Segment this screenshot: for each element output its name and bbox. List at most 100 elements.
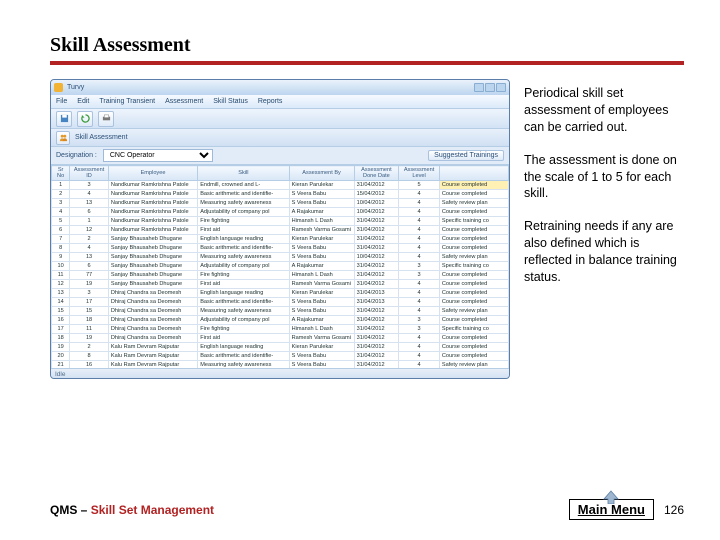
cell: 31/04/2012 <box>354 334 399 343</box>
table-row[interactable]: 313Nandkumar Ramkrishna PatoleMeasuring … <box>52 199 509 208</box>
cell: 3 <box>399 262 440 271</box>
table-row[interactable]: 208Kalu Ram Devram RajputarBasic arithme… <box>52 352 509 361</box>
designation-select[interactable]: CNC Operator <box>103 149 213 162</box>
table-row[interactable]: 1711Dhiraj Chandra sa DeomeshFire fighti… <box>52 325 509 334</box>
cell: Course completed <box>439 334 508 343</box>
menu-item[interactable]: File <box>56 98 67 105</box>
assessment-table: Sr No Assessment ID Employee Skill Asses… <box>51 165 509 368</box>
footer-left-highlight: Skill Set Management <box>91 503 214 517</box>
cell: Specific training co <box>439 217 508 226</box>
cell: Safety review plan <box>439 307 508 316</box>
main-menu-button[interactable]: Main Menu <box>569 499 654 520</box>
cell: A Rajakumar <box>289 262 354 271</box>
cell: 31/04/2012 <box>354 235 399 244</box>
cell: English language reading <box>198 235 289 244</box>
col-assessment-id: Assessment ID <box>70 166 109 181</box>
designation-label: Designation : <box>56 152 97 159</box>
cell: S Veera Babu <box>289 244 354 253</box>
col-assessment-by: Assessment By <box>289 166 354 181</box>
cell: 18 <box>70 316 109 325</box>
cell: Dhiraj Chandra sa Deomesh <box>108 298 197 307</box>
cell: S Veera Babu <box>289 361 354 369</box>
cell: 1 <box>52 181 70 190</box>
table-row[interactable]: 913Sanjay Bhausaheb DhuganeMeasuring saf… <box>52 253 509 262</box>
menu-item[interactable]: Skill Status <box>213 98 248 105</box>
sub-tab-bar: Skill Assessment <box>51 129 509 147</box>
table-row[interactable]: 1618Dhiraj Chandra sa DeomeshAdjustabili… <box>52 316 509 325</box>
cell: S Veera Babu <box>289 352 354 361</box>
cell: S Veera Babu <box>289 307 354 316</box>
cell: 16 <box>70 361 109 369</box>
cell: 4 <box>52 208 70 217</box>
cell: Sanjay Bhausaheb Dhugane <box>108 271 197 280</box>
cell: Course completed <box>439 289 508 298</box>
cell: Kalu Ram Devram Rajputar <box>108 361 197 369</box>
cell: 31/04/2012 <box>354 226 399 235</box>
cell: 4 <box>399 298 440 307</box>
table-row[interactable]: 84Sanjay Bhausaheb DhuganeBasic arithmet… <box>52 244 509 253</box>
close-button[interactable] <box>496 83 506 92</box>
cell: Course completed <box>439 280 508 289</box>
cell: 31/04/2012 <box>354 280 399 289</box>
col-srno: Sr No <box>52 166 70 181</box>
menu-item[interactable]: Edit <box>77 98 89 105</box>
table-row[interactable]: 72Sanjay Bhausaheb DhuganeEnglish langua… <box>52 235 509 244</box>
menu-item[interactable]: Training Transient <box>99 98 155 105</box>
cell: Dhiraj Chandra sa Deomesh <box>108 334 197 343</box>
menu-item[interactable]: Assessment <box>165 98 203 105</box>
table-row[interactable]: 1219Sanjay Bhausaheb DhuganeFirst aidRam… <box>52 280 509 289</box>
refresh-icon[interactable] <box>77 111 93 127</box>
minimize-button[interactable] <box>474 83 484 92</box>
table-row[interactable]: 133Dhiraj Chandra sa DeomeshEnglish lang… <box>52 289 509 298</box>
cell: Fire fighting <box>198 217 289 226</box>
table-row[interactable]: 612Nandkumar Ramkrishna PatoleFirst aidR… <box>52 226 509 235</box>
cell: 9 <box>52 253 70 262</box>
print-icon[interactable] <box>98 111 114 127</box>
maximize-button[interactable] <box>485 83 495 92</box>
cell: 4 <box>399 280 440 289</box>
cell: 2 <box>70 235 109 244</box>
table-row[interactable]: 1177Sanjay Bhausaheb DhuganeFire fightin… <box>52 271 509 280</box>
cell: 10/04/2012 <box>354 253 399 262</box>
cell: Basic arithmetic and identifie- <box>198 298 289 307</box>
cell: 77 <box>70 271 109 280</box>
suggested-trainings-button[interactable]: Suggested Trainings <box>428 150 504 161</box>
cell: 10 <box>52 262 70 271</box>
cell: 17 <box>52 325 70 334</box>
filter-bar: Designation : CNC Operator Suggested Tra… <box>51 147 509 165</box>
table-row[interactable]: 51Nandkumar Ramkrishna PatoleFire fighti… <box>52 217 509 226</box>
table-row[interactable]: 2116Kalu Ram Devram RajputarMeasuring sa… <box>52 361 509 369</box>
cell: A Rajakumar <box>289 316 354 325</box>
menu-item[interactable]: Reports <box>258 98 283 105</box>
table-row[interactable]: 1515Dhiraj Chandra sa DeomeshMeasuring s… <box>52 307 509 316</box>
table-row[interactable]: 106Sanjay Bhausaheb DhuganeAdjustability… <box>52 262 509 271</box>
table-row[interactable]: 192Kalu Ram Devram RajputarEnglish langu… <box>52 343 509 352</box>
cell: 16 <box>52 316 70 325</box>
up-arrow-icon <box>601 490 621 507</box>
cell: 12 <box>52 280 70 289</box>
save-icon[interactable] <box>56 111 72 127</box>
cell: Measuring safety awareness <box>198 307 289 316</box>
cell: Himansh L Dash <box>289 271 354 280</box>
table-row[interactable]: 13Nandkumar Ramkrishna PatoleEndmill, cr… <box>52 181 509 190</box>
assessment-table-wrap[interactable]: Sr No Assessment ID Employee Skill Asses… <box>51 165 509 368</box>
table-row[interactable]: 1819Dhiraj Chandra sa DeomeshFirst aidRa… <box>52 334 509 343</box>
cell: 19 <box>70 334 109 343</box>
cell: 17 <box>70 298 109 307</box>
table-row[interactable]: 1417Dhiraj Chandra sa DeomeshBasic arith… <box>52 298 509 307</box>
cell: 2 <box>52 190 70 199</box>
cell: 4 <box>399 217 440 226</box>
table-row[interactable]: 46Nandkumar Ramkrishna PatoleAdjustabili… <box>52 208 509 217</box>
cell: Kieran Parulekar <box>289 235 354 244</box>
cell: S Veera Babu <box>289 253 354 262</box>
cell: 8 <box>52 244 70 253</box>
cell: Sanjay Bhausaheb Dhugane <box>108 253 197 262</box>
cell: 6 <box>52 226 70 235</box>
cell: English language reading <box>198 343 289 352</box>
cell: 31/04/2012 <box>354 325 399 334</box>
cell: Ramesh Varma Gosami <box>289 226 354 235</box>
cell: 4 <box>399 307 440 316</box>
cell: Sanjay Bhausaheb Dhugane <box>108 235 197 244</box>
cell: First aid <box>198 334 289 343</box>
table-row[interactable]: 24Nandkumar Ramkrishna PatoleBasic arith… <box>52 190 509 199</box>
